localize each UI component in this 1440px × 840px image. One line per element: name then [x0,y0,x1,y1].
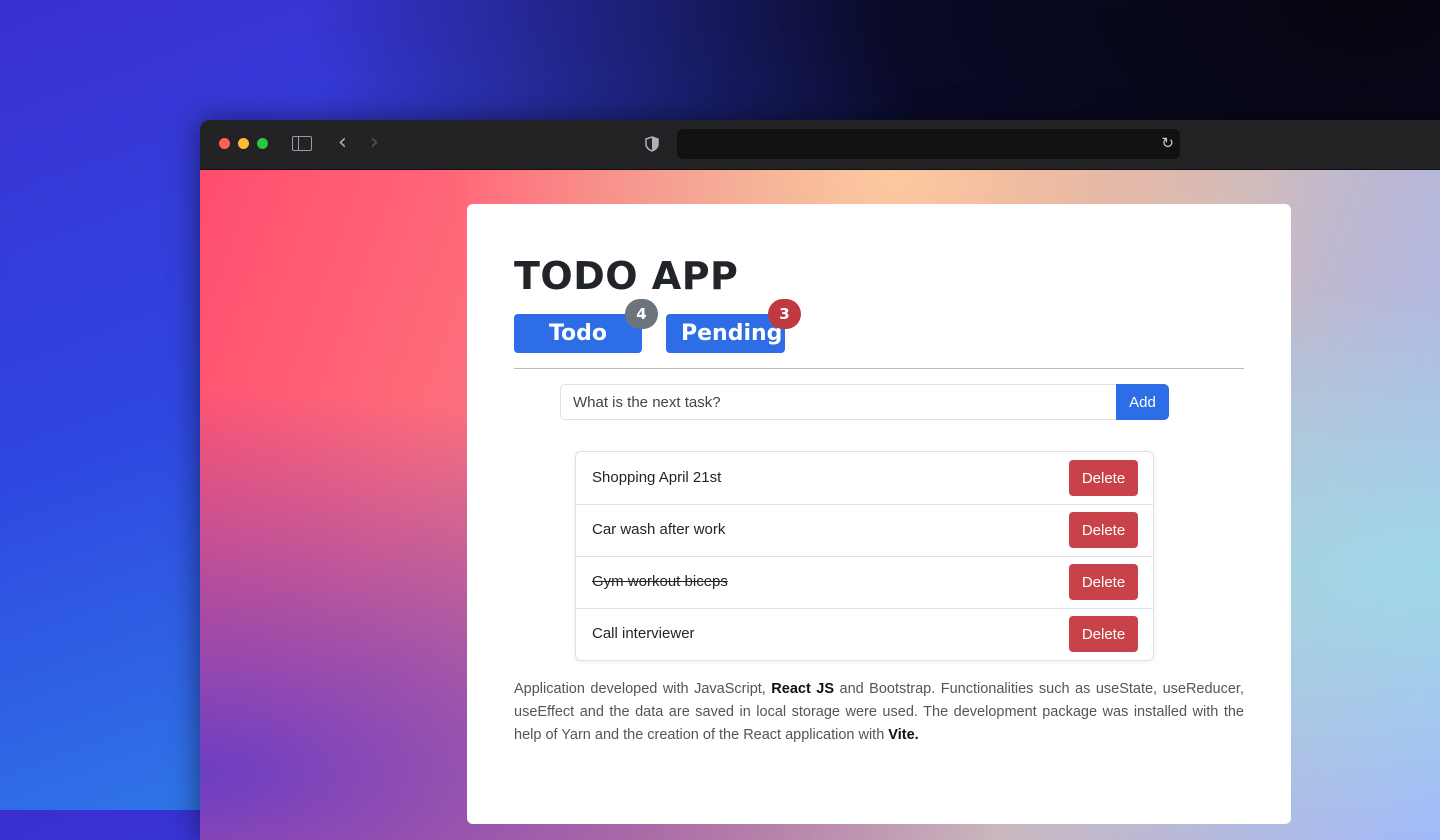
todo-text[interactable]: Call interviewer [592,608,695,660]
description-text: Application developed with JavaScript, [514,681,772,697]
chevron-right-icon[interactable]: › [370,132,379,154]
list-item: Call interviewer Delete [576,608,1153,660]
description-bold-react: React JS [771,681,835,697]
todo-text[interactable]: Car wash after work [592,504,725,556]
todo-list-button[interactable]: Todo List [514,314,642,385]
delete-button[interactable]: Delete [1069,512,1138,548]
task-input[interactable] [560,384,1116,420]
add-button[interactable]: Add [1116,384,1169,420]
divider [514,368,1244,369]
todo-text-completed[interactable]: Gym workout biceps [592,556,728,608]
pending-button[interactable]: Pending [666,314,785,353]
delete-button[interactable]: Delete [1069,460,1138,496]
todo-list: Shopping April 21st Delete Car wash afte… [575,451,1154,661]
sidebar-icon[interactable] [292,136,312,151]
browser-toolbar: ‹ › ↻ [200,120,1440,170]
pending-count-badge: 3 [768,299,801,329]
shield-icon[interactable] [645,136,659,152]
browser-window: ‹ › ↻ TODO APP Todo List 4 Pending 3 Add… [200,120,1440,840]
list-item: Gym workout biceps Delete [576,556,1153,609]
page-title: TODO APP [514,254,739,298]
reload-icon[interactable]: ↻ [1161,134,1174,152]
chevron-left-icon[interactable]: ‹ [338,132,347,154]
delete-button[interactable]: Delete [1069,616,1138,652]
todo-count-badge: 4 [625,299,658,329]
minimize-window-button[interactable] [238,138,249,149]
todo-card: TODO APP Todo List 4 Pending 3 Add Shopp… [467,204,1291,824]
address-bar[interactable]: ↻ [677,129,1180,159]
delete-button[interactable]: Delete [1069,564,1138,600]
todo-text[interactable]: Shopping April 21st [592,452,721,504]
page-viewport: TODO APP Todo List 4 Pending 3 Add Shopp… [200,170,1440,840]
app-description: Application developed with JavaScript, R… [514,678,1244,747]
list-item: Car wash after work Delete [576,504,1153,557]
close-window-button[interactable] [219,138,230,149]
zoom-window-button[interactable] [257,138,268,149]
list-item: Shopping April 21st Delete [576,452,1153,505]
description-bold-vite: Vite. [888,727,919,743]
